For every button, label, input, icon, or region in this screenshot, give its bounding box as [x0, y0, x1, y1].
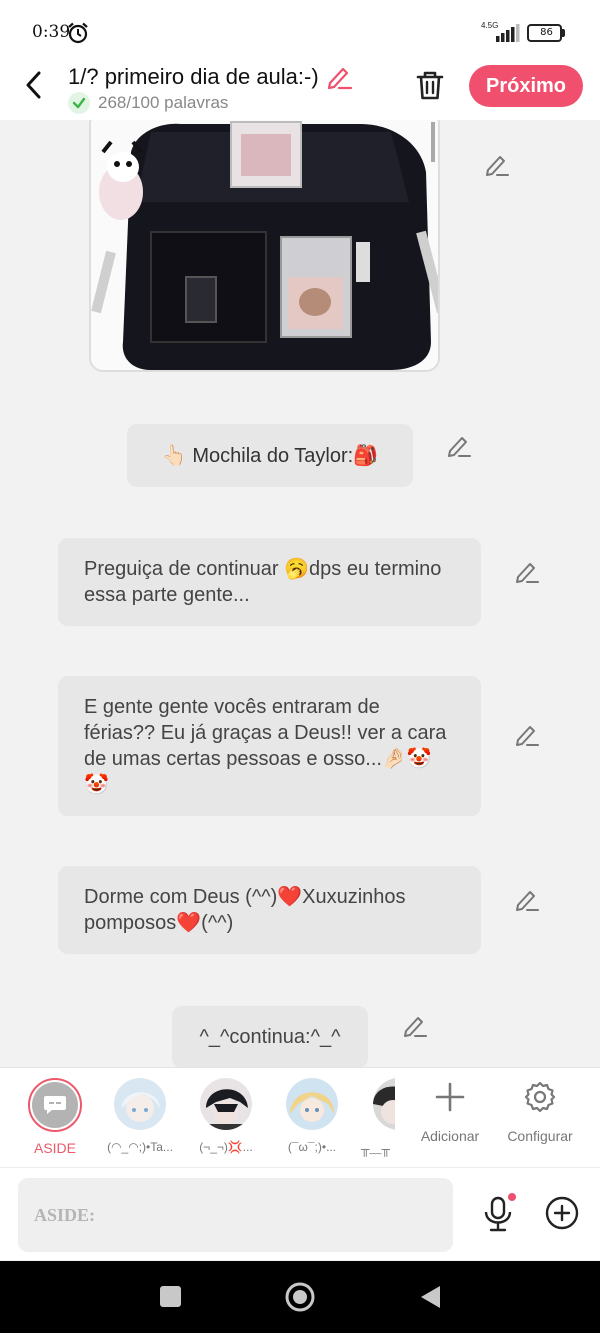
message-text: Preguiça de continuar 🥱dps eu termino es…	[84, 558, 442, 606]
avatar	[373, 1078, 395, 1130]
trash-icon[interactable]	[414, 68, 446, 102]
character-name: ASIDE	[33, 1140, 76, 1156]
add-character-button[interactable]: Adicionar	[405, 1080, 495, 1144]
character-name: (¬_¬)💢...	[199, 1140, 253, 1154]
avatar	[200, 1078, 252, 1130]
story-title[interactable]: 1/? primeiro dia de aula:-)	[68, 64, 319, 90]
settings-button[interactable]: Configurar	[495, 1080, 585, 1144]
image-caption-text: 👆🏻 Mochila do Taylor:🎒	[161, 445, 379, 467]
aside-avatar	[28, 1078, 82, 1132]
character-bar: ASIDE (◠_◠;)•Ta... (¬_¬)💢... (¯ω¯;)•... …	[0, 1067, 600, 1167]
system-nav-bar	[0, 1261, 600, 1333]
nav-back-icon[interactable]	[418, 1284, 442, 1310]
input-bar	[0, 1167, 600, 1260]
status-bar: 0:39 4.5G 86	[0, 0, 600, 62]
next-button[interactable]: Próximo	[469, 65, 583, 107]
message-input[interactable]	[18, 1178, 453, 1252]
add-circle-icon[interactable]	[545, 1196, 579, 1230]
edit-image-icon[interactable]	[484, 152, 510, 178]
character-item[interactable]: (◠_◠;)•Ta...	[98, 1078, 182, 1154]
gear-icon	[524, 1081, 556, 1113]
character-aside[interactable]: ASIDE	[13, 1078, 97, 1156]
backpack-image[interactable]	[89, 120, 440, 372]
character-name: (¯ω¯;)•...	[287, 1140, 337, 1154]
story-content[interactable]: 👆🏻 Mochila do Taylor:🎒 Preguiça de conti…	[0, 120, 600, 1067]
avatar	[286, 1078, 338, 1130]
editor-header: 1/? primeiro dia de aula:-) 268/100 pala…	[0, 62, 600, 120]
continua-chip[interactable]: ^_^continua:^_^	[172, 1006, 368, 1067]
word-count-text: 268/100 palavras	[98, 93, 229, 112]
battery-icon: 86	[527, 24, 565, 42]
edit-icon[interactable]	[325, 64, 353, 90]
character-item[interactable]: (¯ω¯;)•...	[270, 1078, 354, 1154]
signal-icon	[496, 24, 520, 42]
clock: 0:39	[32, 22, 71, 42]
check-icon	[68, 92, 90, 114]
plus-icon	[435, 1082, 465, 1112]
back-icon[interactable]	[20, 68, 48, 102]
character-item[interactable]: ╥﹏╥	[355, 1078, 395, 1157]
message-bubble[interactable]: Preguiça de continuar 🥱dps eu termino es…	[58, 538, 481, 626]
character-name: ╥﹏╥	[361, 1142, 391, 1156]
title-row[interactable]: 1/? primeiro dia de aula:-)	[68, 62, 353, 92]
message-bubble[interactable]: E gente gente vocês entraram de férias??…	[58, 676, 481, 816]
image-caption[interactable]: 👆🏻 Mochila do Taylor:🎒	[127, 424, 413, 487]
edit-message-icon[interactable]	[514, 722, 540, 748]
character-name: (◠_◠;)•Ta...	[107, 1140, 173, 1154]
alarm-icon	[68, 22, 88, 44]
edit-message-icon[interactable]	[514, 887, 540, 913]
microphone-icon[interactable]	[482, 1192, 516, 1232]
avatar	[114, 1078, 166, 1130]
edit-continua-icon[interactable]	[402, 1013, 428, 1039]
message-bubble[interactable]: Dorme com Deus (^^)❤️Xuxuzinhos pomposos…	[58, 866, 481, 954]
message-text: Dorme com Deus (^^)❤️Xuxuzinhos pomposos…	[84, 886, 406, 934]
character-item[interactable]: (¬_¬)💢...	[184, 1078, 268, 1154]
add-label: Adicionar	[420, 1128, 480, 1144]
chat-bubble-icon	[44, 1096, 66, 1114]
battery-level: 86	[540, 27, 553, 38]
edit-caption-icon[interactable]	[446, 433, 472, 459]
settings-label: Configurar	[507, 1128, 573, 1144]
word-count: 268/100 palavras	[68, 92, 228, 114]
home-icon[interactable]	[285, 1282, 315, 1312]
message-text: E gente gente vocês entraram de férias??…	[84, 696, 447, 796]
continua-text: ^_^continua:^_^	[199, 1025, 341, 1048]
recents-icon[interactable]	[160, 1286, 181, 1307]
edit-message-icon[interactable]	[514, 559, 540, 585]
